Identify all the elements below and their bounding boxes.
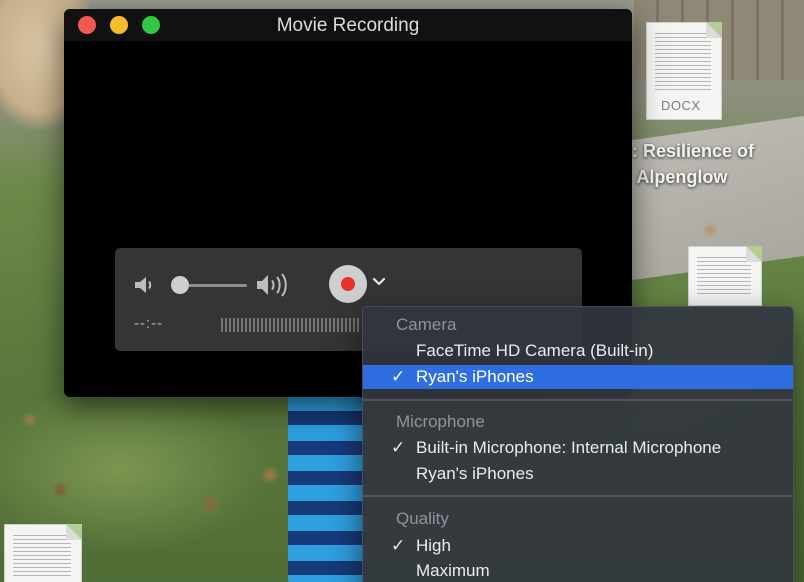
docx-badge: DOCX <box>661 98 701 113</box>
file-preview-lines <box>697 257 751 297</box>
menu-header-quality: Quality <box>396 509 449 528</box>
menu-item-facetime-camera[interactable]: FaceTime HD Camera (Built-in) <box>363 339 793 363</box>
menu-header-microphone: Microphone <box>396 412 485 431</box>
record-button[interactable] <box>329 265 367 303</box>
menu-item-quality-maximum[interactable]: Maximum <box>363 559 793 582</box>
audio-level-meter <box>221 318 361 332</box>
recording-options-menu: Camera FaceTime HD Camera (Built-in) ✓ R… <box>362 306 794 582</box>
menu-item-label: Ryan's iPhones <box>416 464 534 483</box>
window-title: Movie Recording <box>276 15 420 36</box>
menu-header-camera: Camera <box>396 315 457 334</box>
menu-item-quality-high[interactable]: ✓ High <box>363 534 793 558</box>
desktop-file-label[interactable]: : Resilience of Alpenglow <box>632 138 804 190</box>
desktop-document-icon[interactable] <box>688 246 762 306</box>
menu-item-label: FaceTime HD Camera (Built-in) <box>416 341 654 360</box>
recording-timecode: --:-- <box>134 315 164 332</box>
menu-item-label: Built-in Microphone: Internal Microphone <box>416 438 722 457</box>
speaker-low-icon <box>135 277 152 293</box>
menu-item-builtin-microphone[interactable]: ✓ Built-in Microphone: Internal Micropho… <box>363 436 793 460</box>
menu-item-camera-iphone[interactable]: ✓ Ryan's iPhones <box>363 365 793 389</box>
menu-item-label: Ryan's iPhones <box>416 367 534 386</box>
chevron-down-icon[interactable] <box>372 276 386 288</box>
menu-item-label: Maximum <box>416 561 490 580</box>
menu-separator <box>363 495 793 497</box>
volume-slider-knob[interactable] <box>171 276 189 294</box>
menu-item-microphone-iphone[interactable]: Ryan's iPhones <box>363 462 793 486</box>
checkmark-icon: ✓ <box>391 438 406 457</box>
desktop-document-icon[interactable] <box>4 524 82 582</box>
record-icon <box>341 277 355 291</box>
checkmark-icon: ✓ <box>391 536 406 555</box>
title-bar[interactable]: Movie Recording <box>64 9 632 41</box>
checkmark-icon: ✓ <box>391 367 406 386</box>
menu-item-label: High <box>416 536 451 555</box>
file-preview-lines <box>13 535 71 577</box>
speaker-high-icon <box>257 273 287 297</box>
menu-separator <box>363 399 793 401</box>
file-preview-lines <box>655 33 711 91</box>
desktop-docx-file-icon[interactable]: DOCX <box>646 22 722 120</box>
